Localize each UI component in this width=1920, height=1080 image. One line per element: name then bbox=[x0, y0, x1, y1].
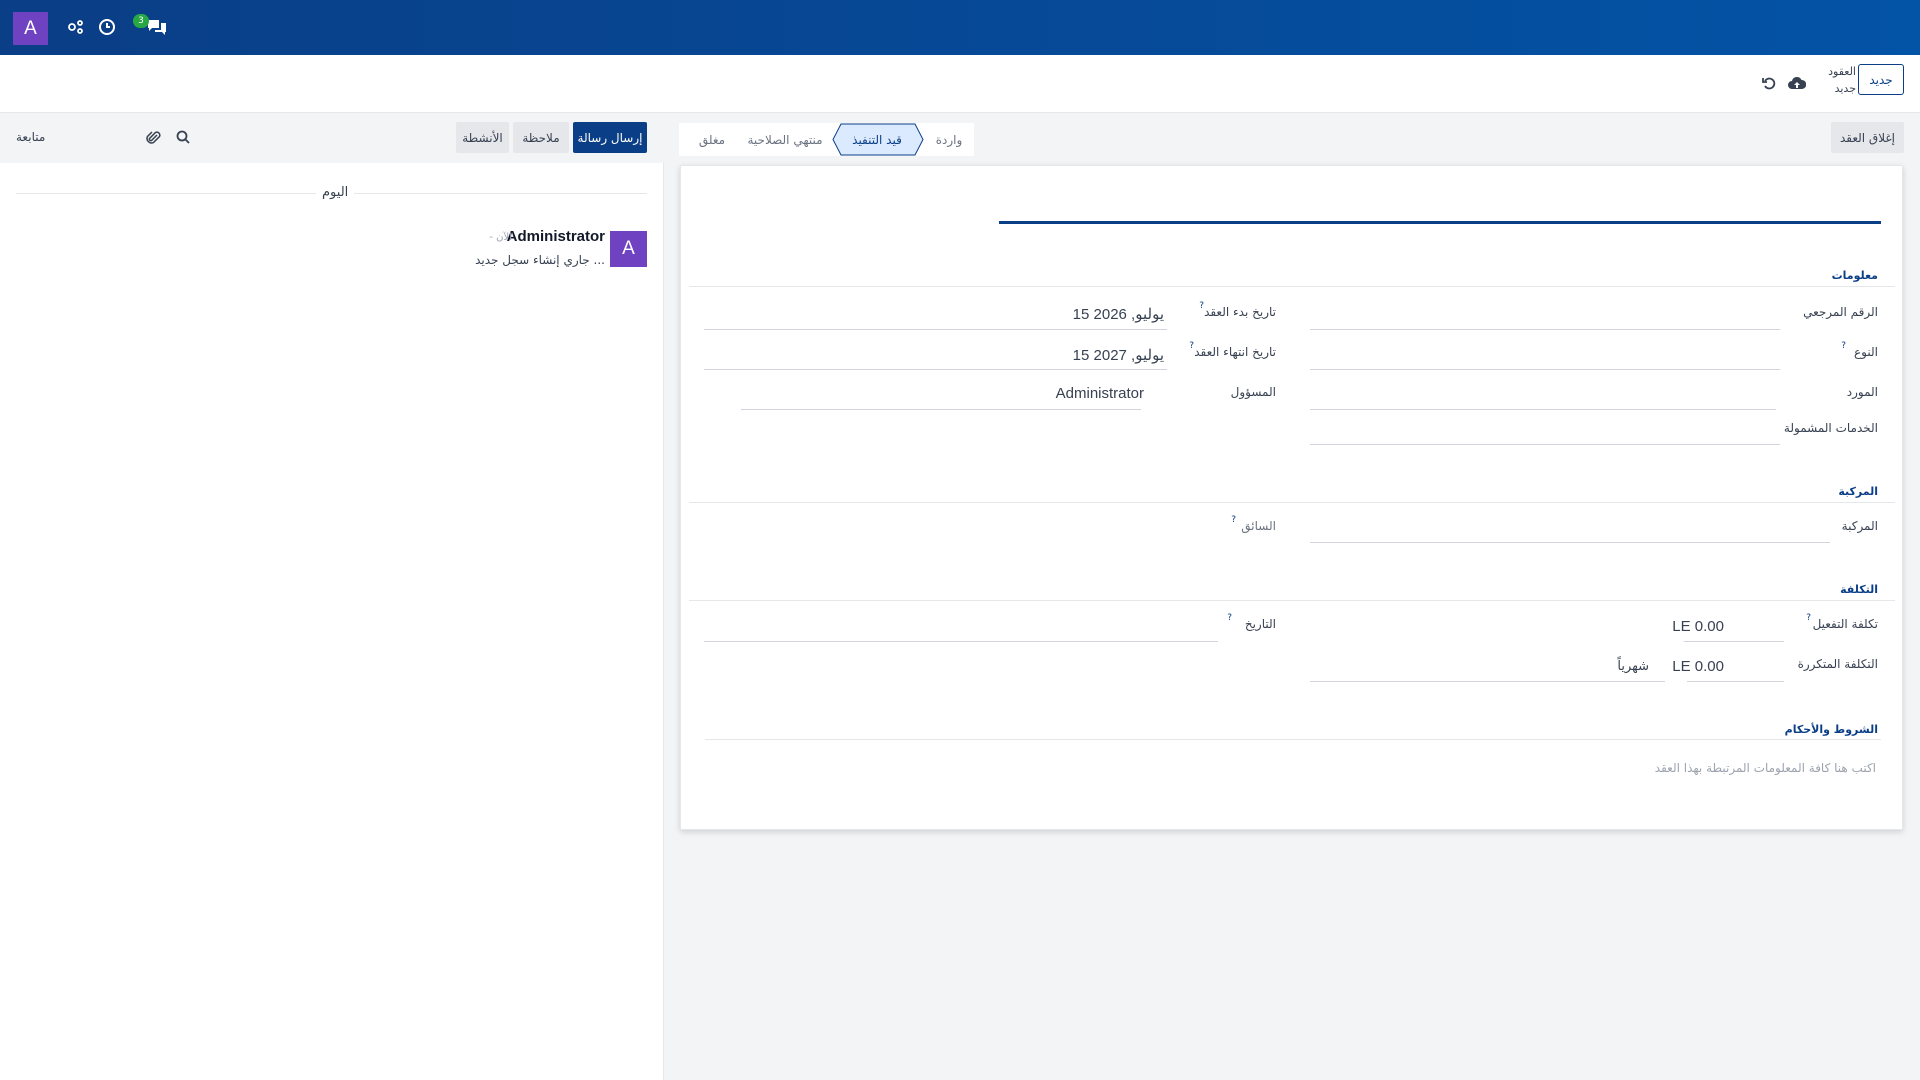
stage-pipeline: مغلق منتهي الصلاحية قيد التنفيذ واردة bbox=[679, 123, 974, 156]
end-date-value[interactable]: 15 يوليو, 2027 bbox=[1073, 346, 1164, 364]
cloud-save-icon[interactable] bbox=[1788, 76, 1807, 92]
section-divider bbox=[689, 502, 1895, 503]
messages-count-badge: 3 bbox=[133, 14, 149, 28]
label-start-date: تاريخ بدء العقد bbox=[1204, 305, 1276, 319]
help-icon[interactable]: ? bbox=[1189, 341, 1194, 351]
date-separator-label: اليوم bbox=[316, 185, 355, 200]
log-note-button[interactable]: ملاحظة bbox=[513, 122, 569, 153]
breadcrumb-current: جديد bbox=[1834, 82, 1856, 95]
label-responsible: المسؤول bbox=[1230, 385, 1276, 399]
date-input[interactable] bbox=[704, 641, 1218, 642]
reference-input[interactable] bbox=[1310, 329, 1780, 330]
stage-incoming[interactable]: واردة bbox=[925, 123, 973, 156]
message-time: - الآن bbox=[489, 232, 512, 243]
close-contract-button[interactable]: إغلاق العقد bbox=[1831, 122, 1904, 153]
breadcrumb-parent[interactable]: العقود bbox=[1828, 63, 1856, 80]
help-icon[interactable]: ? bbox=[1231, 515, 1236, 525]
control-panel: جديد العقود جديد bbox=[0, 55, 1920, 113]
help-icon[interactable]: ? bbox=[1199, 301, 1204, 311]
services-input[interactable] bbox=[1310, 444, 1780, 445]
stage-expired[interactable]: منتهي الصلاحية bbox=[741, 123, 829, 156]
help-icon[interactable]: ? bbox=[1227, 613, 1232, 623]
label-date: التاريخ bbox=[1244, 617, 1276, 631]
responsible-select[interactable] bbox=[741, 409, 1141, 410]
section-divider bbox=[689, 286, 1895, 287]
activation-cost-input[interactable] bbox=[1684, 641, 1784, 642]
section-title-vehicle: المركبة bbox=[1838, 485, 1878, 498]
terms-textarea[interactable]: اكتب هنا كافة المعلومات المرتبطة بهذا ال… bbox=[1655, 761, 1876, 775]
contract-name-input[interactable] bbox=[999, 221, 1881, 224]
start-date-input[interactable] bbox=[704, 329, 1167, 330]
section-divider bbox=[705, 739, 1881, 740]
send-message-button[interactable]: إرسال رسالة bbox=[573, 122, 647, 153]
follow-button[interactable]: متابعة bbox=[16, 130, 45, 144]
form-statusbar: إغلاق العقد مغلق منتهي الصلاحية قيد التن… bbox=[663, 113, 1920, 163]
label-end-date: تاريخ انتهاء العقد bbox=[1194, 345, 1276, 359]
panel-divider bbox=[663, 163, 664, 1080]
recurring-period-value[interactable]: شهرياً bbox=[1617, 659, 1649, 674]
chatter-panel: إرسال رسالة ملاحظة الأنشطة متابعة اليوم … bbox=[0, 113, 663, 1080]
message-author-avatar[interactable]: A bbox=[610, 231, 647, 267]
type-select[interactable] bbox=[1310, 369, 1780, 370]
label-driver: السائق bbox=[1241, 519, 1276, 533]
label-activation-cost: تكلفة التفعيل bbox=[1812, 617, 1878, 631]
help-icon[interactable]: ? bbox=[1806, 613, 1811, 623]
label-vendor: المورد bbox=[1846, 385, 1878, 399]
vehicle-select[interactable] bbox=[1310, 542, 1830, 543]
message-body: جاري إنشاء سجل جديد ... bbox=[475, 253, 605, 267]
section-title-info: معلومات bbox=[1831, 269, 1878, 282]
message-author[interactable]: Administrator bbox=[507, 228, 605, 245]
label-recurring-cost: التكلفة المتكررة bbox=[1797, 657, 1878, 671]
top-navbar: A 3 bbox=[0, 0, 1920, 55]
label-type: النوع bbox=[1854, 345, 1878, 359]
recurring-cost-input[interactable] bbox=[1687, 681, 1784, 682]
activities-button[interactable]: الأنشطة bbox=[456, 122, 509, 153]
section-title-terms: الشروط والأحكام bbox=[1784, 723, 1878, 736]
paperclip-icon[interactable] bbox=[146, 129, 161, 146]
stage-in-progress[interactable]: قيد التنفيذ bbox=[829, 123, 925, 156]
settings-network-icon[interactable] bbox=[64, 15, 88, 39]
user-avatar[interactable]: A bbox=[13, 12, 48, 45]
label-reference: الرقم المرجعي bbox=[1803, 305, 1878, 319]
end-date-input[interactable] bbox=[704, 369, 1167, 370]
start-date-value[interactable]: 15 يوليو, 2026 bbox=[1073, 305, 1164, 323]
responsible-value[interactable]: Administrator bbox=[1056, 385, 1144, 402]
form-sheet: معلومات الرقم المرجعي النوع ? المورد الخ… bbox=[680, 165, 1903, 830]
section-title-cost: التكلفة bbox=[1840, 583, 1878, 596]
search-icon[interactable] bbox=[176, 130, 191, 145]
section-divider bbox=[689, 600, 1895, 601]
stage-closed[interactable]: مغلق bbox=[687, 123, 737, 156]
breadcrumb: العقود جديد bbox=[1828, 63, 1856, 97]
chatter-topbar: إرسال رسالة ملاحظة الأنشطة متابعة bbox=[0, 113, 663, 163]
label-vehicle: المركبة bbox=[1841, 519, 1878, 533]
recurring-cost-value[interactable]: LE 0.00 bbox=[1672, 658, 1724, 675]
help-icon[interactable]: ? bbox=[1841, 341, 1846, 351]
new-button[interactable]: جديد bbox=[1858, 64, 1904, 95]
undo-discard-icon[interactable] bbox=[1762, 76, 1778, 92]
label-services: الخدمات المشمولة bbox=[1783, 421, 1878, 435]
activation-cost-value[interactable]: LE 0.00 bbox=[1672, 618, 1724, 635]
vendor-select[interactable] bbox=[1310, 409, 1776, 410]
clock-icon[interactable] bbox=[95, 15, 119, 39]
recurring-period-select[interactable] bbox=[1310, 681, 1665, 682]
